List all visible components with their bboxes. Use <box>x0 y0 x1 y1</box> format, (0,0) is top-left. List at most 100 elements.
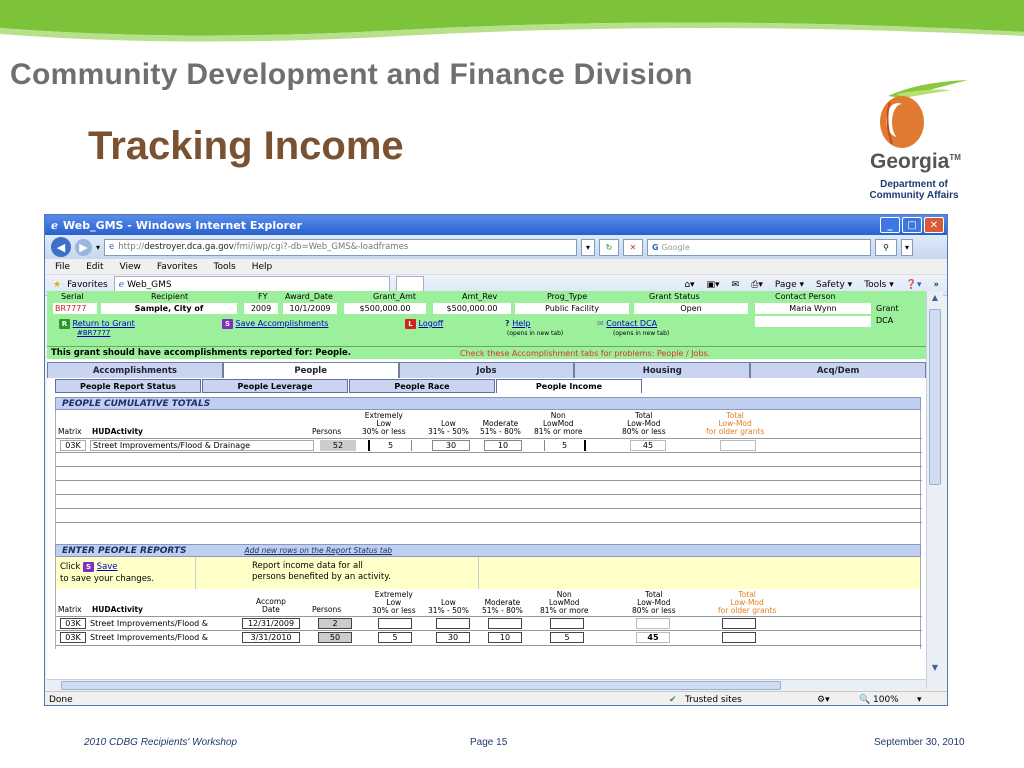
scroll-thumb[interactable] <box>929 309 941 485</box>
row1-low-field[interactable] <box>436 618 470 629</box>
prog-type-value: Public Facility <box>515 303 629 314</box>
tools-menu[interactable]: Tools ▾ <box>864 280 894 290</box>
return-to-grant-link[interactable]: R Return to Grant <box>59 319 135 329</box>
problems-text: Check these Accomplishment tabs for prob… <box>460 348 711 358</box>
row2-moderate-field[interactable]: 10 <box>488 632 522 643</box>
minimize-button[interactable]: _ <box>880 217 900 233</box>
row1-matrix-field[interactable]: 03K <box>60 618 86 629</box>
search-button[interactable]: ⚲ <box>875 238 898 256</box>
menu-favorites[interactable]: Favorites <box>157 262 198 272</box>
enter-head-persons: Persons <box>312 605 342 614</box>
tab-people[interactable]: People <box>222 362 399 378</box>
menu-tools[interactable]: Tools <box>214 262 236 272</box>
row2-non-lowmod-field[interactable]: 5 <box>550 632 584 643</box>
status-done: Done <box>49 694 73 705</box>
row2-older-grants-field[interactable] <box>722 632 756 643</box>
row1-date-field[interactable]: 12/31/2009 <box>242 618 300 629</box>
help-link[interactable]: ? Help <box>505 319 530 328</box>
logoff-link[interactable]: L Logoff <box>405 319 443 329</box>
zoom-dropdown-icon[interactable]: ▾ <box>917 695 922 705</box>
add-rows-link[interactable]: Add new rows on the Report Status tab <box>245 546 393 555</box>
fy-label: FY <box>258 292 268 301</box>
row2-extremely-low-field[interactable]: 5 <box>378 632 412 643</box>
forward-button[interactable]: ▶ <box>75 238 92 256</box>
save-instructions-panel: Click S Save to save your changes. Repor… <box>55 557 921 589</box>
cum-moderate-cell: 10 <box>484 440 522 451</box>
people-subtabs: People Report Status People Leverage Peo… <box>55 379 926 393</box>
favorites-button[interactable]: Favorites <box>67 280 108 290</box>
subtab-leverage[interactable]: People Leverage <box>202 379 348 393</box>
grant-status-label: Grant Status <box>649 292 700 301</box>
cum-head-persons: Persons <box>312 427 342 436</box>
subtab-income[interactable]: People Income <box>496 379 642 393</box>
enter-head-accomp-date: Accomp Date <box>256 597 286 614</box>
address-dropdown-icon[interactable]: ▾ <box>581 238 596 256</box>
menu-file[interactable]: File <box>55 262 70 272</box>
menu-view[interactable]: View <box>120 262 141 272</box>
tab-housing[interactable]: Housing <box>574 362 751 378</box>
safety-menu[interactable]: Safety ▾ <box>816 280 852 290</box>
history-dropdown-icon[interactable]: ▾ <box>96 243 100 252</box>
recipient-label: Recipient <box>151 292 189 301</box>
page-menu[interactable]: Page ▾ <box>775 280 804 290</box>
save-accomplishments-link[interactable]: S Save Accomplishments <box>222 319 328 329</box>
address-input[interactable]: e http://destroyer.dca.ga.gov/fmi/iwp/cg… <box>104 238 578 256</box>
cum-row-divider <box>56 508 922 509</box>
window-titlebar: ℯ Web_GMS - Windows Internet Explorer _ … <box>45 215 947 235</box>
row1-moderate-field[interactable] <box>488 618 522 629</box>
feeds-icon[interactable]: ▣▾ <box>707 280 720 290</box>
menu-edit[interactable]: Edit <box>86 262 103 272</box>
search-input[interactable]: G Google <box>647 238 872 256</box>
enter-head-older-grants: Total Low-Mod for older grants <box>718 590 777 615</box>
horizontal-scrollbar[interactable] <box>47 679 926 691</box>
scroll-down-icon[interactable]: ▼ <box>929 663 941 675</box>
page-content: Serial Recipient FY Award_Date Grant_Amt… <box>47 291 926 689</box>
cum-head-activity: HUDActivity <box>92 427 143 436</box>
contact-person-label: Contact Person <box>775 292 836 301</box>
refresh-button[interactable]: ↻ <box>599 238 620 256</box>
scroll-up-icon[interactable]: ▲ <box>929 293 941 305</box>
mail-icon[interactable]: ✉ <box>732 280 740 290</box>
menu-help[interactable]: Help <box>252 262 273 272</box>
protected-mode-icon[interactable]: ⚙▾ <box>817 695 830 705</box>
chevron-more-icon[interactable]: » <box>933 280 939 290</box>
return-grant-number[interactable]: #BR7777 <box>77 329 110 337</box>
save-link[interactable]: Save <box>97 562 118 572</box>
row2-date-field[interactable]: 3/31/2010 <box>242 632 300 643</box>
serial-label: Serial <box>61 292 84 301</box>
row1-extremely-low-field[interactable] <box>378 618 412 629</box>
enter-head-low: Low 31% - 50% <box>428 598 469 615</box>
help-icon[interactable]: ❓▾ <box>906 280 922 290</box>
row2-low-field[interactable]: 30 <box>436 632 470 643</box>
horizontal-scroll-thumb[interactable] <box>61 681 781 690</box>
zoom-level[interactable]: 100% <box>873 695 899 705</box>
enter-head-extremely-low: Extremely Low 30% or less <box>372 590 416 615</box>
print-icon[interactable]: ⎙▾ <box>751 280 763 290</box>
close-button[interactable]: ✕ <box>924 217 944 233</box>
home-icon[interactable]: ⌂▾ <box>684 280 694 290</box>
cum-row-divider <box>56 480 922 481</box>
stop-button[interactable]: ✕ <box>623 238 644 256</box>
vertical-scrollbar[interactable]: ▲ ▼ <box>926 291 943 689</box>
tab-acq-dem[interactable]: Acq/Dem <box>750 362 926 378</box>
cum-row-divider <box>56 452 922 453</box>
contact-dca-link[interactable]: ✉ Contact DCA <box>597 319 657 328</box>
row2-persons-field[interactable]: 50 <box>318 632 352 643</box>
maximize-button[interactable]: □ <box>902 217 922 233</box>
tab-jobs[interactable]: Jobs <box>398 362 575 378</box>
accomplishment-tabs: Accomplishments People Jobs Housing Acq/… <box>47 362 926 378</box>
back-button[interactable]: ◀ <box>51 237 71 257</box>
subtab-race[interactable]: People Race <box>349 379 495 393</box>
status-bar: Done ✔ Trusted sites ⚙▾ 🔍 100% ▾ <box>45 691 947 705</box>
cum-matrix-cell: 03K <box>60 440 86 451</box>
search-options-icon[interactable]: ▾ <box>901 238 914 256</box>
cum-row-divider <box>56 466 922 467</box>
row2-matrix-field[interactable]: 03K <box>60 632 86 643</box>
subtab-report-status[interactable]: People Report Status <box>55 379 201 393</box>
zoom-icon[interactable]: 🔍 <box>859 695 870 705</box>
tab-accomplishments[interactable]: Accomplishments <box>47 362 223 378</box>
row1-older-grants-field[interactable] <box>722 618 756 629</box>
row1-non-lowmod-field[interactable] <box>550 618 584 629</box>
row2-total-cell: 45 <box>636 632 670 643</box>
row1-persons-field[interactable]: 2 <box>318 618 352 629</box>
